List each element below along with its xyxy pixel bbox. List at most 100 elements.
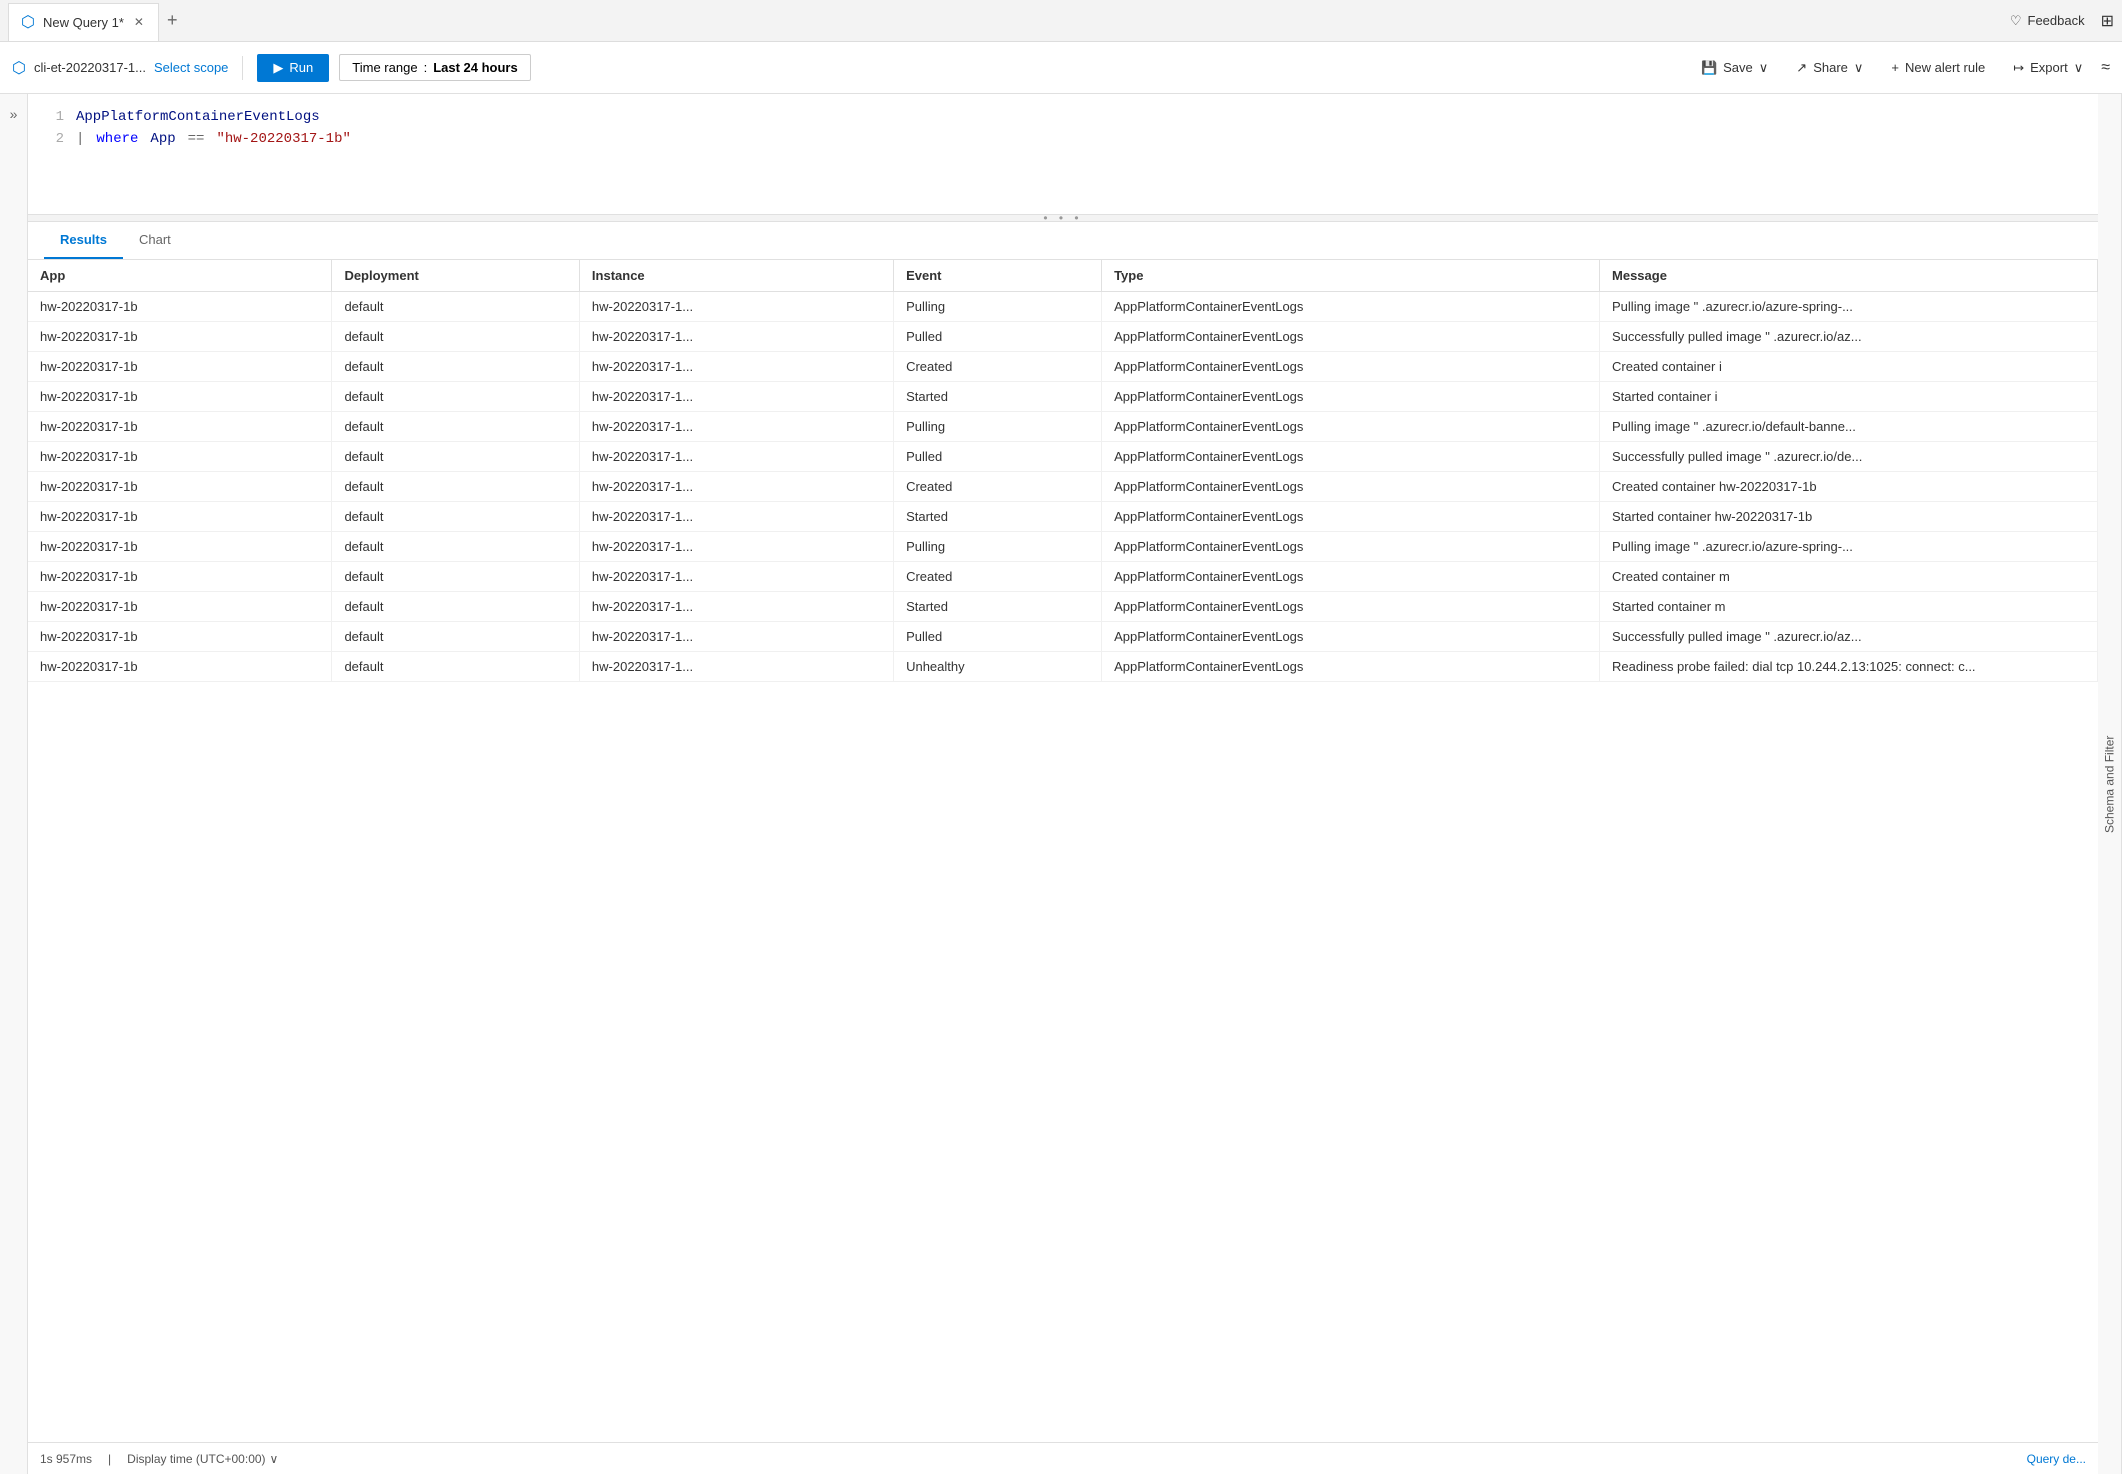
table-row[interactable]: hw-20220317-1bdefaulthw-20220317-1...Pul…: [28, 322, 2098, 352]
cell-12-4: AppPlatformContainerEventLogs: [1102, 652, 1600, 682]
cell-9-2: hw-20220317-1...: [579, 562, 893, 592]
drag-handle[interactable]: • • •: [28, 214, 2098, 222]
cell-8-2: hw-20220317-1...: [579, 532, 893, 562]
filter-icon-button[interactable]: ≈: [2101, 59, 2110, 77]
cell-8-1: default: [332, 532, 579, 562]
cell-12-2: hw-20220317-1...: [579, 652, 893, 682]
table-row[interactable]: hw-20220317-1bdefaulthw-20220317-1...Cre…: [28, 352, 2098, 382]
cell-9-1: default: [332, 562, 579, 592]
tab-close-icon[interactable]: ✕: [132, 13, 146, 31]
editor-results-area: 1 AppPlatformContainerEventLogs 2 | wher…: [28, 94, 2098, 1474]
cell-4-2: hw-20220317-1...: [579, 412, 893, 442]
table-row[interactable]: hw-20220317-1bdefaulthw-20220317-1...Pul…: [28, 442, 2098, 472]
cell-3-3: Started: [894, 382, 1102, 412]
divider-status: |: [108, 1452, 111, 1466]
export-label: Export: [2030, 60, 2068, 75]
results-tabs: Results Chart: [28, 222, 2098, 260]
tab-right-actions: ♡ Feedback ⊞: [2010, 11, 2114, 31]
cell-10-3: Started: [894, 592, 1102, 622]
query-duration: 1s 957ms: [40, 1452, 92, 1466]
cell-6-0: hw-20220317-1b: [28, 472, 332, 502]
cell-8-0: hw-20220317-1b: [28, 532, 332, 562]
cell-6-4: AppPlatformContainerEventLogs: [1102, 472, 1600, 502]
cell-0-3: Pulling: [894, 292, 1102, 322]
cell-9-4: AppPlatformContainerEventLogs: [1102, 562, 1600, 592]
select-scope-button[interactable]: Select scope: [154, 60, 228, 75]
cell-8-5: Pulling image " .azurecr.io/azure-spring…: [1600, 532, 2098, 562]
time-range-label: Time range: [352, 60, 417, 75]
table-row[interactable]: hw-20220317-1bdefaulthw-20220317-1...Pul…: [28, 412, 2098, 442]
table-row[interactable]: hw-20220317-1bdefaulthw-20220317-1... Pul…: [28, 532, 2098, 562]
results-table-container[interactable]: App Deployment Instance Event Type Messa…: [28, 260, 2098, 1442]
cell-7-5: Started container hw-20220317-1b: [1600, 502, 2098, 532]
table-row[interactable]: hw-20220317-1bdefaulthw-20220317-1...Sta…: [28, 592, 2098, 622]
cell-5-2: hw-20220317-1...: [579, 442, 893, 472]
tab-chart[interactable]: Chart: [123, 222, 187, 259]
cell-10-5: Started container m: [1600, 592, 2098, 622]
display-time-button[interactable]: Display time (UTC+00:00) ∨: [127, 1452, 278, 1466]
table-header-row: App Deployment Instance Event Type Messa…: [28, 260, 2098, 292]
save-button[interactable]: 💾 Save ∨: [1691, 55, 1778, 81]
cell-7-0: hw-20220317-1b: [28, 502, 332, 532]
cell-11-5: Successfully pulled image " .azurecr.io/…: [1600, 622, 2098, 652]
cell-3-0: hw-20220317-1b: [28, 382, 332, 412]
cell-0-5: Pulling image " .azurecr.io/azure-spring…: [1600, 292, 2098, 322]
cell-0-2: hw-20220317-1...: [579, 292, 893, 322]
table-row[interactable]: hw-20220317-1bdefaulthw-20220317-1...Pul…: [28, 622, 2098, 652]
new-alert-label: New alert rule: [1905, 60, 1985, 75]
tab-add-button[interactable]: +: [159, 6, 186, 35]
col-deployment[interactable]: Deployment: [332, 260, 579, 292]
export-button[interactable]: ↦ Export ∨: [2003, 55, 2093, 81]
cell-7-2: hw-20220317-1...: [579, 502, 893, 532]
query-editor[interactable]: 1 AppPlatformContainerEventLogs 2 | wher…: [28, 94, 2098, 214]
share-icon: ↗: [1796, 60, 1807, 76]
cell-2-3: Created: [894, 352, 1102, 382]
kql-pipe: |: [76, 128, 84, 150]
cell-6-1: default: [332, 472, 579, 502]
editor-line-1: 1 AppPlatformContainerEventLogs: [44, 106, 2082, 128]
cell-12-5: Readiness probe failed: dial tcp 10.244.…: [1600, 652, 2098, 682]
col-event[interactable]: Event: [894, 260, 1102, 292]
table-row[interactable]: hw-20220317-1bdefaulthw-20220317-1...Sta…: [28, 382, 2098, 412]
export-icon: ↦: [2013, 60, 2024, 76]
cell-4-1: default: [332, 412, 579, 442]
query-detail-link[interactable]: Query de...: [2027, 1452, 2086, 1466]
table-row[interactable]: hw-20220317-1bdefaulthw-20220317-1...Cre…: [28, 562, 2098, 592]
grid-icon: ⊞: [2101, 11, 2114, 31]
table-row[interactable]: hw-20220317-1bdefaulthw-20220317-1...Sta…: [28, 502, 2098, 532]
cell-4-5: Pulling image " .azurecr.io/default-bann…: [1600, 412, 2098, 442]
sidebar-collapse-button[interactable]: »: [0, 94, 28, 1474]
cell-12-0: hw-20220317-1b: [28, 652, 332, 682]
run-icon: ▶: [273, 60, 283, 76]
cell-11-1: default: [332, 622, 579, 652]
new-alert-button[interactable]: + New alert rule: [1881, 55, 1995, 80]
cell-3-2: hw-20220317-1...: [579, 382, 893, 412]
cell-10-2: hw-20220317-1...: [579, 592, 893, 622]
cell-7-4: AppPlatformContainerEventLogs: [1102, 502, 1600, 532]
col-instance[interactable]: Instance: [579, 260, 893, 292]
tab-results[interactable]: Results: [44, 222, 123, 259]
query-tab[interactable]: ⬡ New Query 1* ✕: [8, 3, 159, 41]
table-row[interactable]: hw-20220317-1bdefaulthw-20220317-1...Cre…: [28, 472, 2098, 502]
time-range-button[interactable]: Time range : Last 24 hours: [339, 54, 530, 81]
table-row[interactable]: hw-20220317-1bdefaulthw-20220317-1...Pul…: [28, 292, 2098, 322]
tab-title: New Query 1*: [43, 15, 124, 30]
cell-4-4: AppPlatformContainerEventLogs: [1102, 412, 1600, 442]
cell-3-4: AppPlatformContainerEventLogs: [1102, 382, 1600, 412]
run-button[interactable]: ▶ Run: [257, 54, 329, 82]
col-app[interactable]: App: [28, 260, 332, 292]
save-dropdown-icon: ∨: [1759, 60, 1769, 76]
feedback-button[interactable]: ♡ Feedback: [2010, 13, 2085, 29]
cell-12-1: default: [332, 652, 579, 682]
main-layout: » 1 AppPlatformContainerEventLogs 2 | wh…: [0, 94, 2122, 1474]
col-type[interactable]: Type: [1102, 260, 1600, 292]
share-button[interactable]: ↗ Share ∨: [1786, 55, 1873, 81]
cell-1-4: AppPlatformContainerEventLogs: [1102, 322, 1600, 352]
schema-filter-panel[interactable]: Schema and Filter: [2098, 94, 2122, 1474]
toolbar-right: 💾 Save ∨ ↗ Share ∨ + New alert rule ↦ Ex…: [1691, 55, 2110, 81]
table-row[interactable]: hw-20220317-1bdefaulthw-20220317-1...Unh…: [28, 652, 2098, 682]
cell-4-3: Pulling: [894, 412, 1102, 442]
display-time-label: Display time (UTC+00:00): [127, 1452, 265, 1466]
col-message[interactable]: Message: [1600, 260, 2098, 292]
cell-2-5: Created container i: [1600, 352, 2098, 382]
